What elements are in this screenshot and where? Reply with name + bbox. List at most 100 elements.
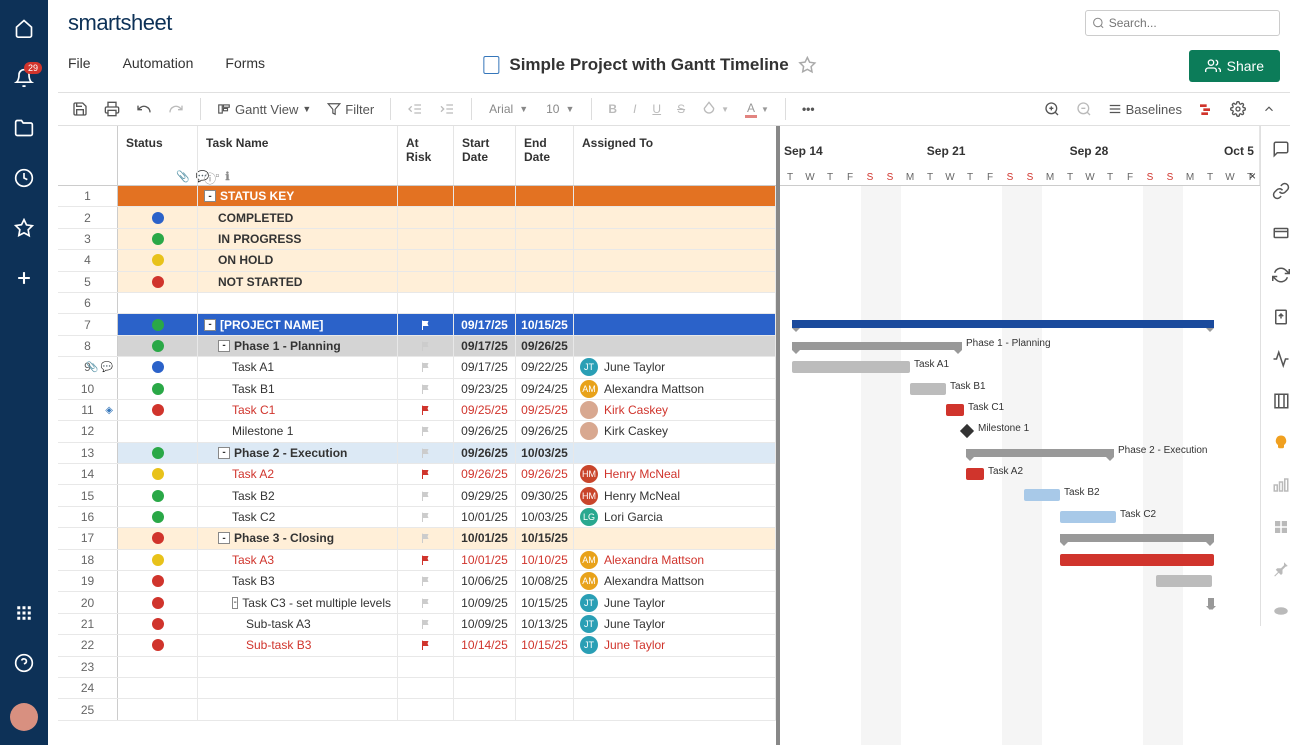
cell-end-date[interactable]: 09/26/25 (516, 336, 574, 356)
cell-end-date[interactable]: 10/08/25 (516, 571, 574, 591)
row-number[interactable]: 8 (58, 336, 118, 356)
gantt-summary-bar[interactable] (792, 320, 1214, 328)
cell-assigned-to[interactable]: LGLori Garcia (574, 507, 776, 527)
cell-assigned-to[interactable] (574, 443, 776, 463)
user-avatar[interactable] (10, 703, 38, 731)
cell-status[interactable] (118, 699, 198, 719)
publish-icon[interactable] (1272, 308, 1290, 326)
cell-assigned-to[interactable]: AMAlexandra Mattson (574, 571, 776, 591)
row-number[interactable]: 24 (58, 678, 118, 698)
cell-at-risk[interactable] (398, 507, 454, 527)
cell-status[interactable] (118, 186, 198, 206)
gantt-area[interactable]: Sep 14Sep 21Sep 28Oct 5 TWTFSSMTWTFSSMTW… (776, 126, 1260, 745)
column-header-status[interactable]: Status (118, 126, 198, 185)
collapse-toggle[interactable]: - (218, 447, 230, 459)
apps-icon[interactable] (14, 603, 34, 623)
cell-start-date[interactable]: 09/26/25 (454, 464, 516, 484)
cell-at-risk[interactable] (398, 550, 454, 570)
gantt-row[interactable]: Phase 1 - Planning (780, 336, 1260, 357)
row-number[interactable]: 18 (58, 550, 118, 570)
create-icon[interactable] (14, 268, 34, 288)
font-size-dropdown[interactable]: 10▼ (539, 99, 581, 119)
brandfolder-icon[interactable] (1272, 602, 1290, 620)
gantt-row[interactable] (780, 207, 1260, 228)
cell-status[interactable] (118, 314, 198, 334)
cell-task-name[interactable]: Sub-task A3 (198, 614, 398, 634)
row-number[interactable]: 22 (58, 635, 118, 655)
row-number[interactable]: 23 (58, 657, 118, 677)
gantt-row[interactable] (780, 614, 1260, 635)
cell-status[interactable] (118, 592, 198, 612)
column-header-at-risk[interactable]: At Risk (398, 126, 454, 185)
grid-row[interactable]: 13-Phase 2 - Execution09/26/2510/03/25 (58, 443, 776, 464)
cell-task-name[interactable]: Task A1 (198, 357, 398, 377)
gantt-row[interactable] (780, 571, 1260, 592)
strikethrough-button[interactable]: S (671, 98, 691, 120)
cell-status[interactable] (118, 464, 198, 484)
cell-task-name[interactable]: COMPLETED (198, 207, 398, 227)
column-header-start-date[interactable]: Start Date (454, 126, 516, 185)
cell-end-date[interactable]: 09/25/25 (516, 400, 574, 420)
row-number[interactable]: 16 (58, 507, 118, 527)
collapse-toggle[interactable]: - (204, 190, 216, 202)
cell-task-name[interactable]: Task A3 (198, 550, 398, 570)
font-family-dropdown[interactable]: Arial▼ (482, 99, 535, 119)
row-number[interactable]: 20 (58, 592, 118, 612)
cell-end-date[interactable]: 10/03/25 (516, 443, 574, 463)
row-number[interactable]: 9📎💬 (58, 357, 118, 377)
help-icon[interactable] (14, 653, 34, 673)
cell-end-date[interactable] (516, 250, 574, 270)
row-number[interactable]: 25 (58, 699, 118, 719)
save-button[interactable] (66, 97, 94, 121)
cell-at-risk[interactable] (398, 357, 454, 377)
cell-end-date[interactable] (516, 207, 574, 227)
redo-button[interactable] (162, 97, 190, 121)
cell-status[interactable] (118, 336, 198, 356)
cell-assigned-to[interactable]: JTJune Taylor (574, 614, 776, 634)
gantt-row[interactable] (780, 635, 1260, 656)
collapse-toggle[interactable]: - (204, 319, 216, 331)
cell-end-date[interactable] (516, 699, 574, 719)
cell-status[interactable] (118, 229, 198, 249)
gantt-task-bar[interactable] (966, 468, 984, 480)
gantt-row[interactable] (780, 528, 1260, 549)
cell-end-date[interactable]: 10/03/25 (516, 507, 574, 527)
cell-status[interactable] (118, 421, 198, 441)
cell-status[interactable] (118, 379, 198, 399)
cell-at-risk[interactable] (398, 528, 454, 548)
grid-row[interactable]: 10Task B109/23/2509/24/25AMAlexandra Mat… (58, 379, 776, 400)
cell-at-risk[interactable] (398, 400, 454, 420)
cell-end-date[interactable]: 09/26/25 (516, 421, 574, 441)
grid-row[interactable]: 11◈Task C109/25/2509/25/25Kirk Caskey (58, 400, 776, 421)
cell-at-risk[interactable] (398, 614, 454, 634)
grid-row[interactable]: 17-Phase 3 - Closing10/01/2510/15/25 (58, 528, 776, 549)
share-button[interactable]: Share (1189, 50, 1280, 82)
column-header-task-name[interactable]: Task Name (198, 126, 398, 185)
gantt-row[interactable]: Task A1 (780, 357, 1260, 378)
row-number[interactable]: 10 (58, 379, 118, 399)
cell-end-date[interactable]: 10/15/25 (516, 592, 574, 612)
cell-start-date[interactable]: 09/17/25 (454, 314, 516, 334)
grid-row[interactable]: 4ON HOLD (58, 250, 776, 271)
row-number[interactable]: 7 (58, 314, 118, 334)
zoom-in-button[interactable] (1038, 97, 1066, 121)
recents-icon[interactable] (14, 168, 34, 188)
cell-at-risk[interactable] (398, 421, 454, 441)
outdent-button[interactable] (401, 97, 429, 121)
grid-row[interactable]: 22Sub-task B310/14/2510/15/25JTJune Tayl… (58, 635, 776, 656)
cell-assigned-to[interactable]: AMAlexandra Mattson (574, 550, 776, 570)
cell-end-date[interactable]: 09/26/25 (516, 464, 574, 484)
cell-status[interactable] (118, 550, 198, 570)
cell-task-name[interactable]: NOT STARTED (198, 272, 398, 292)
fill-color-button[interactable]: ▼ (695, 97, 735, 121)
gantt-body[interactable]: Phase 1 - PlanningTask A1Task B1Task C1M… (780, 186, 1260, 745)
row-number[interactable]: 13 (58, 443, 118, 463)
cell-task-name[interactable]: -Task C3 - set multiple levels (198, 592, 398, 612)
cell-status[interactable] (118, 571, 198, 591)
cell-end-date[interactable]: 09/22/25 (516, 357, 574, 377)
browse-icon[interactable] (14, 118, 34, 138)
cell-at-risk[interactable] (398, 678, 454, 698)
home-icon[interactable] (14, 18, 34, 38)
proof-row-icon[interactable]: ◈ (105, 405, 113, 416)
gantt-task-bar[interactable] (1060, 554, 1214, 566)
